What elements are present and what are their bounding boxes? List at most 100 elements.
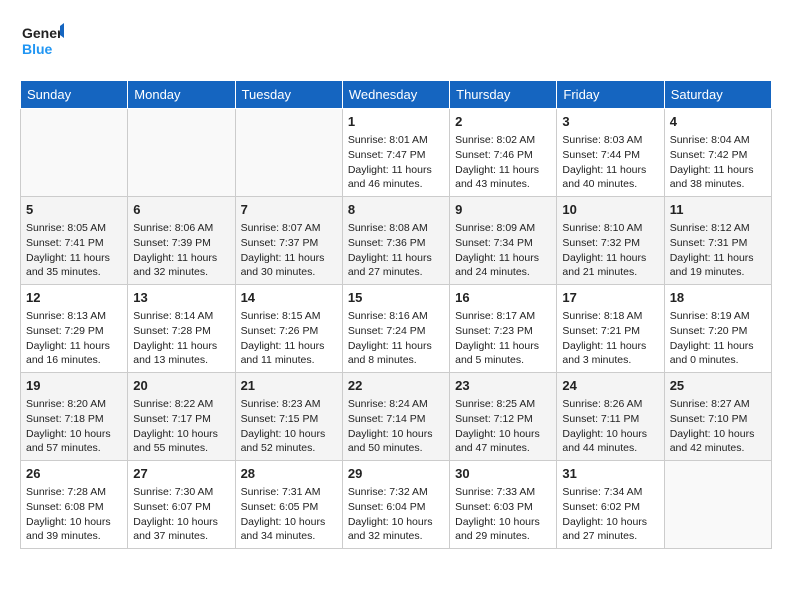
day-info: Sunrise: 8:08 AM Sunset: 7:36 PM Dayligh… [348,221,444,280]
weekday-tuesday: Tuesday [235,81,342,109]
weekday-header-row: SundayMondayTuesdayWednesdayThursdayFrid… [21,81,772,109]
weekday-thursday: Thursday [450,81,557,109]
calendar-cell: 19 Sunrise: 8:20 AM Sunset: 7:18 PM Dayli… [21,373,128,461]
calendar-cell: 14Sunrise: 8:15 AM Sunset: 7:26 PM Dayli… [235,285,342,373]
day-number: 5 [26,201,122,219]
calendar-cell [235,109,342,197]
calendar-cell: 8 Sunrise: 8:08 AM Sunset: 7:36 PM Daylig… [342,197,449,285]
day-number: 21 [241,377,337,395]
day-number: 2 [455,113,551,131]
calendar-cell: 9 Sunrise: 8:09 AM Sunset: 7:34 PM Daylig… [450,197,557,285]
day-number: 10 [562,201,658,219]
calendar-cell: 29 Sunrise: 7:32 AM Sunset: 6:04 PM Dayli… [342,461,449,549]
day-info: Sunrise: 8:07 AM Sunset: 7:37 PM Dayligh… [241,221,337,280]
day-number: 25 [670,377,766,395]
day-number: 8 [348,201,444,219]
calendar-cell: 16 Sunrise: 8:17 AM Sunset: 7:23 PM Dayli… [450,285,557,373]
calendar-cell: 26Sunrise: 7:28 AM Sunset: 6:08 PM Dayli… [21,461,128,549]
day-info: Sunrise: 8:26 AM Sunset: 7:11 PM Dayligh… [562,397,658,456]
week-row-3: 12 Sunrise: 8:13 AM Sunset: 7:29 PM Dayli… [21,285,772,373]
calendar-cell: 31 Sunrise: 7:34 AM Sunset: 6:02 PM Dayli… [557,461,664,549]
day-info: Sunrise: 8:23 AM Sunset: 7:15 PM Dayligh… [241,397,337,456]
calendar-cell: 12 Sunrise: 8:13 AM Sunset: 7:29 PM Dayli… [21,285,128,373]
day-info: Sunrise: 8:06 AM Sunset: 7:39 PM Dayligh… [133,221,229,280]
day-number: 4 [670,113,766,131]
day-number: 24 [562,377,658,395]
week-row-2: 5 Sunrise: 8:05 AM Sunset: 7:41 PM Daylig… [21,197,772,285]
calendar-cell: 20Sunrise: 8:22 AM Sunset: 7:17 PM Dayli… [128,373,235,461]
svg-text:General: General [22,25,64,41]
day-info: Sunrise: 8:27 AM Sunset: 7:10 PM Dayligh… [670,397,766,456]
day-number: 22 [348,377,444,395]
weekday-sunday: Sunday [21,81,128,109]
calendar-cell: 3 Sunrise: 8:03 AM Sunset: 7:44 PM Daylig… [557,109,664,197]
day-number: 7 [241,201,337,219]
svg-text:Blue: Blue [22,41,53,57]
day-info: Sunrise: 8:13 AM Sunset: 7:29 PM Dayligh… [26,309,122,368]
calendar-cell [21,109,128,197]
day-info: Sunrise: 8:15 AM Sunset: 7:26 PM Dayligh… [241,309,337,368]
calendar-cell: 18 Sunrise: 8:19 AM Sunset: 7:20 PM Dayli… [664,285,771,373]
weekday-wednesday: Wednesday [342,81,449,109]
day-number: 9 [455,201,551,219]
calendar-cell: 10Sunrise: 8:10 AM Sunset: 7:32 PM Dayli… [557,197,664,285]
calendar-cell: 22 Sunrise: 8:24 AM Sunset: 7:14 PM Dayli… [342,373,449,461]
day-info: Sunrise: 7:34 AM Sunset: 6:02 PM Dayligh… [562,485,658,544]
day-number: 29 [348,465,444,483]
day-info: Sunrise: 7:33 AM Sunset: 6:03 PM Dayligh… [455,485,551,544]
day-number: 30 [455,465,551,483]
day-number: 20 [133,377,229,395]
day-number: 13 [133,289,229,307]
calendar-cell: 1 Sunrise: 8:01 AM Sunset: 7:47 PM Daylig… [342,109,449,197]
calendar-cell: 24 Sunrise: 8:26 AM Sunset: 7:11 PM Dayli… [557,373,664,461]
day-number: 16 [455,289,551,307]
logo: General Blue [20,20,64,64]
week-row-5: 26Sunrise: 7:28 AM Sunset: 6:08 PM Dayli… [21,461,772,549]
day-info: Sunrise: 8:01 AM Sunset: 7:47 PM Dayligh… [348,133,444,192]
day-info: Sunrise: 8:12 AM Sunset: 7:31 PM Dayligh… [670,221,766,280]
calendar-cell: 2Sunrise: 8:02 AM Sunset: 7:46 PM Daylig… [450,109,557,197]
calendar-cell [128,109,235,197]
day-info: Sunrise: 8:19 AM Sunset: 7:20 PM Dayligh… [670,309,766,368]
day-number: 6 [133,201,229,219]
day-number: 3 [562,113,658,131]
weekday-monday: Monday [128,81,235,109]
day-info: Sunrise: 7:32 AM Sunset: 6:04 PM Dayligh… [348,485,444,544]
calendar-cell: 23Sunrise: 8:25 AM Sunset: 7:12 PM Dayli… [450,373,557,461]
calendar-cell: 28 Sunrise: 7:31 AM Sunset: 6:05 PM Dayli… [235,461,342,549]
day-number: 15 [348,289,444,307]
page-header: General Blue [20,20,772,64]
calendar-cell: 11Sunrise: 8:12 AM Sunset: 7:31 PM Dayli… [664,197,771,285]
day-info: Sunrise: 7:30 AM Sunset: 6:07 PM Dayligh… [133,485,229,544]
day-info: Sunrise: 8:05 AM Sunset: 7:41 PM Dayligh… [26,221,122,280]
day-number: 12 [26,289,122,307]
day-number: 26 [26,465,122,483]
day-info: Sunrise: 8:04 AM Sunset: 7:42 PM Dayligh… [670,133,766,192]
day-number: 1 [348,113,444,131]
day-number: 31 [562,465,658,483]
calendar-cell: 5 Sunrise: 8:05 AM Sunset: 7:41 PM Daylig… [21,197,128,285]
day-info: Sunrise: 7:31 AM Sunset: 6:05 PM Dayligh… [241,485,337,544]
day-info: Sunrise: 8:03 AM Sunset: 7:44 PM Dayligh… [562,133,658,192]
calendar-cell: 25 Sunrise: 8:27 AM Sunset: 7:10 PM Dayli… [664,373,771,461]
day-info: Sunrise: 8:18 AM Sunset: 7:21 PM Dayligh… [562,309,658,368]
calendar-table: SundayMondayTuesdayWednesdayThursdayFrid… [20,80,772,549]
day-number: 28 [241,465,337,483]
day-info: Sunrise: 8:09 AM Sunset: 7:34 PM Dayligh… [455,221,551,280]
logo-svg: General Blue [20,20,64,64]
day-number: 23 [455,377,551,395]
day-info: Sunrise: 8:20 AM Sunset: 7:18 PM Dayligh… [26,397,122,456]
day-number: 27 [133,465,229,483]
day-info: Sunrise: 8:16 AM Sunset: 7:24 PM Dayligh… [348,309,444,368]
calendar-cell: 7 Sunrise: 8:07 AM Sunset: 7:37 PM Daylig… [235,197,342,285]
calendar-cell: 15 Sunrise: 8:16 AM Sunset: 7:24 PM Dayli… [342,285,449,373]
calendar-cell: 13Sunrise: 8:14 AM Sunset: 7:28 PM Dayli… [128,285,235,373]
calendar-cell: 4 Sunrise: 8:04 AM Sunset: 7:42 PM Daylig… [664,109,771,197]
day-info: Sunrise: 8:17 AM Sunset: 7:23 PM Dayligh… [455,309,551,368]
weekday-friday: Friday [557,81,664,109]
calendar-cell: 17Sunrise: 8:18 AM Sunset: 7:21 PM Dayli… [557,285,664,373]
week-row-4: 19 Sunrise: 8:20 AM Sunset: 7:18 PM Dayli… [21,373,772,461]
day-number: 19 [26,377,122,395]
day-number: 18 [670,289,766,307]
day-info: Sunrise: 8:24 AM Sunset: 7:14 PM Dayligh… [348,397,444,456]
